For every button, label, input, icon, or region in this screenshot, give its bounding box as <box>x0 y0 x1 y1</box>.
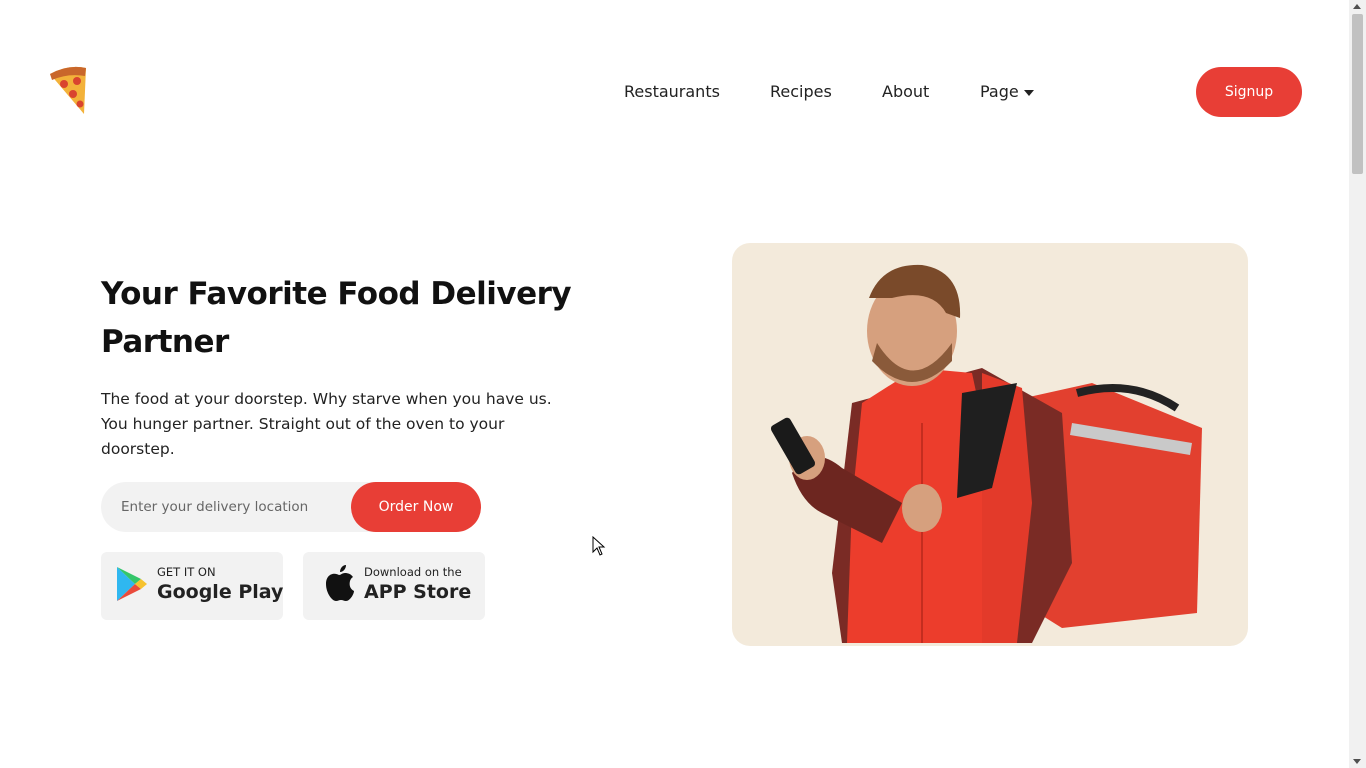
delivery-man-photo <box>770 264 1202 643</box>
scroll-down-icon[interactable] <box>1353 759 1361 764</box>
mouse-cursor-icon <box>592 536 606 556</box>
page-scrollbar[interactable] <box>1349 0 1366 768</box>
hero-title-line1: Your Favorite Food Delivery <box>101 276 572 312</box>
order-form: Order Now <box>101 482 481 532</box>
nav-about[interactable]: About <box>882 82 929 101</box>
signup-button[interactable]: Signup <box>1196 67 1302 117</box>
scroll-thumb[interactable] <box>1352 14 1363 174</box>
apple-icon <box>326 565 354 601</box>
google-play-icon <box>117 567 147 601</box>
nav-recipes[interactable]: Recipes <box>770 82 832 101</box>
app-store-big-text: APP Store <box>364 581 472 603</box>
app-store-small-text: Download on the <box>364 565 462 579</box>
hero-title: Your Favorite Food Delivery Partner <box>101 270 581 366</box>
nav-page-label: Page <box>980 82 1019 101</box>
google-play-big-text: Google Play <box>157 581 284 603</box>
nav-page-dropdown[interactable]: Page <box>980 82 1034 101</box>
caret-down-icon <box>1023 89 1034 96</box>
google-play-button[interactable]: GET IT ON Google Play <box>101 552 283 620</box>
hero-image-card <box>732 243 1248 646</box>
google-play-small-text: GET IT ON <box>157 565 216 579</box>
order-now-button[interactable]: Order Now <box>351 482 481 532</box>
nav-restaurants[interactable]: Restaurants <box>624 82 720 101</box>
delivery-location-input[interactable] <box>101 482 351 532</box>
hero-description: The food at your doorstep. Why starve wh… <box>101 390 552 458</box>
app-store-button[interactable]: Download on the APP Store <box>303 552 485 620</box>
scroll-up-icon[interactable] <box>1353 4 1361 9</box>
hero-title-line2: Partner <box>101 324 229 360</box>
logo-pizza-icon[interactable] <box>46 64 90 116</box>
